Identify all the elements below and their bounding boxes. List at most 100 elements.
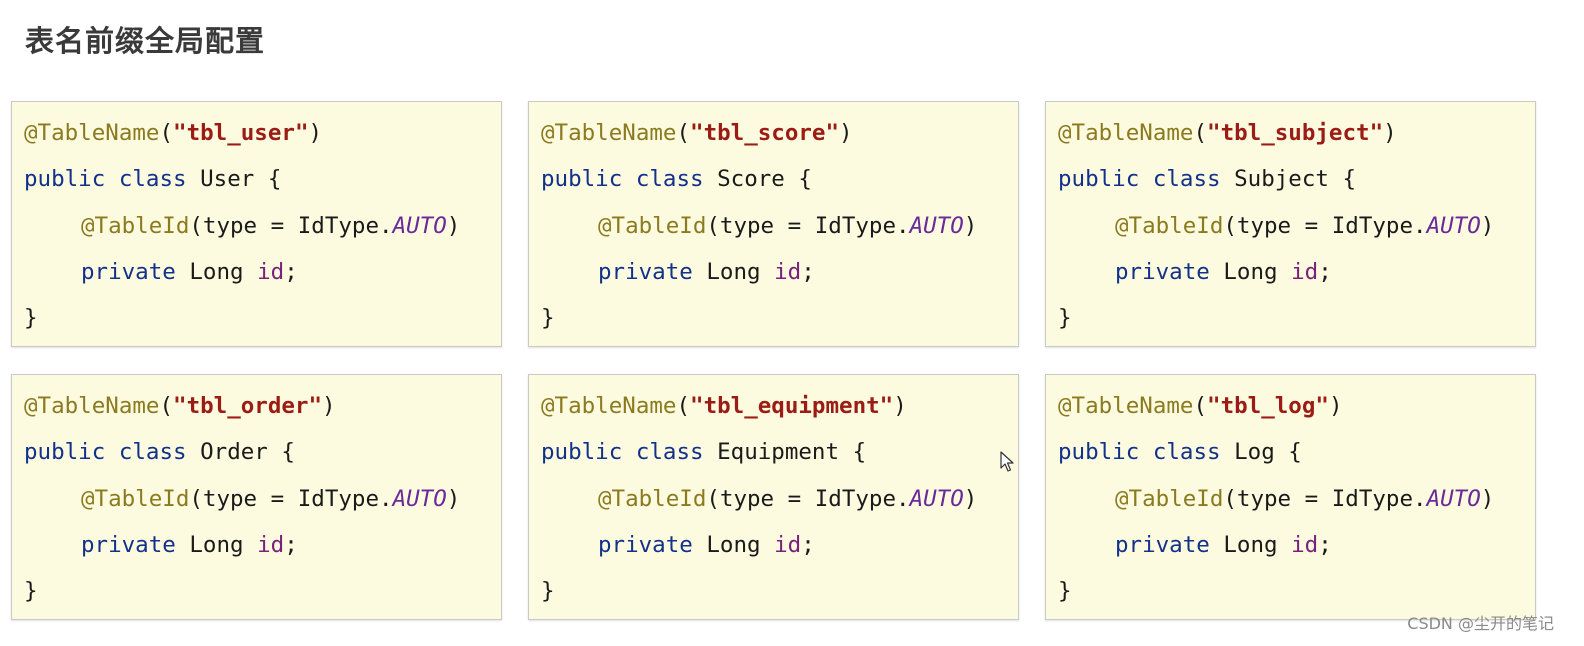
code-card: @TableName("tbl_order")public class Orde… bbox=[11, 374, 502, 620]
string-quote: " bbox=[308, 393, 323, 419]
brace-close: } bbox=[541, 578, 555, 604]
tableid-args: (type = IdType. bbox=[706, 213, 910, 239]
idtype-auto: AUTO bbox=[1426, 213, 1481, 239]
annotation-tablename: @TableName bbox=[541, 120, 677, 146]
keyword-public-class: public class bbox=[24, 439, 187, 465]
code-line-close: } bbox=[1058, 576, 1072, 606]
annotation-tablename: @TableName bbox=[24, 393, 160, 419]
paren: ) bbox=[446, 486, 461, 512]
field-id: id bbox=[1291, 532, 1319, 558]
slide: 表名前缀全局配置 @TableName("tbl_user") public cl… bbox=[0, 0, 1584, 646]
code-line-close: } bbox=[541, 303, 555, 333]
type-long: Long bbox=[1209, 532, 1292, 558]
field-id: id bbox=[257, 532, 285, 558]
code-line-close: } bbox=[1058, 303, 1072, 333]
paren: ( bbox=[676, 120, 691, 146]
string-quote: " bbox=[1369, 120, 1384, 146]
semicolon: ; bbox=[1318, 532, 1332, 558]
annotation-tableid: @TableId bbox=[81, 486, 190, 512]
idtype-auto: AUTO bbox=[392, 213, 447, 239]
annotation-tableid: @TableId bbox=[1115, 213, 1224, 239]
code-line-field: private Long id; bbox=[81, 530, 298, 560]
code-line-tableid: @TableId(type = IdType.AUTO) bbox=[81, 211, 460, 241]
tableid-args: (type = IdType. bbox=[189, 213, 393, 239]
watermark: CSDN @尘开的笔记 bbox=[1407, 614, 1554, 633]
paren: ) bbox=[963, 213, 978, 239]
class-name: Order bbox=[200, 439, 268, 465]
brace-close: } bbox=[1058, 305, 1072, 331]
string-quote: " bbox=[825, 120, 840, 146]
keyword-private: private bbox=[598, 259, 693, 285]
keyword-public-class: public class bbox=[541, 439, 704, 465]
field-id: id bbox=[1291, 259, 1319, 285]
idtype-auto: AUTO bbox=[1426, 486, 1481, 512]
mouse-pointer-icon bbox=[1000, 451, 1014, 472]
keyword-private: private bbox=[1115, 259, 1210, 285]
code-line-annotation: @TableName("tbl_score") bbox=[541, 118, 853, 148]
code-line-class: public class Order { bbox=[24, 437, 295, 467]
annotation-tablename: @TableName bbox=[24, 120, 160, 146]
paren: ) bbox=[963, 486, 978, 512]
keyword-private: private bbox=[1115, 532, 1210, 558]
annotation-tableid: @TableId bbox=[1115, 486, 1224, 512]
paren: ) bbox=[1383, 120, 1397, 146]
keyword-public-class: public class bbox=[1058, 439, 1221, 465]
keyword-private: private bbox=[81, 532, 176, 558]
code-line-tableid: @TableId(type = IdType.AUTO) bbox=[81, 484, 460, 514]
string-quote: " bbox=[879, 393, 894, 419]
brace-close: } bbox=[1058, 578, 1072, 604]
type-long: Long bbox=[692, 259, 775, 285]
type-long: Long bbox=[175, 532, 258, 558]
class-name: Subject bbox=[1234, 166, 1329, 192]
code-line-class: public class Subject { bbox=[1058, 164, 1356, 194]
slide-title: 表名前缀全局配置 bbox=[25, 24, 266, 58]
paren: ) bbox=[839, 120, 853, 146]
code-line-field: private Long id; bbox=[598, 257, 815, 287]
paren: ) bbox=[893, 393, 907, 419]
keyword-private: private bbox=[81, 259, 176, 285]
keyword-private: private bbox=[598, 532, 693, 558]
idtype-auto: AUTO bbox=[392, 486, 447, 512]
table-name: tbl_equipment bbox=[703, 393, 880, 419]
class-name: Log bbox=[1234, 439, 1275, 465]
code-card: @TableName("tbl_subject") public class Su… bbox=[1045, 101, 1536, 347]
string-quote: " bbox=[173, 393, 187, 419]
tableid-args: (type = IdType. bbox=[1223, 486, 1427, 512]
table-name: tbl_log bbox=[1220, 393, 1316, 419]
paren: ( bbox=[676, 393, 691, 419]
tableid-args: (type = IdType. bbox=[1223, 213, 1427, 239]
code-line-tableid: @TableId(type = IdType.AUTO) bbox=[1115, 484, 1494, 514]
type-long: Long bbox=[175, 259, 258, 285]
code-line-field: private Long id; bbox=[598, 530, 815, 560]
class-name: Score bbox=[717, 166, 785, 192]
code-card: @TableName("tbl_score") public class Scor… bbox=[528, 101, 1019, 347]
code-card: @TableName("tbl_equipment") public class … bbox=[528, 374, 1019, 620]
semicolon: ; bbox=[284, 259, 298, 285]
brace-close: } bbox=[24, 305, 38, 331]
paren: ) bbox=[1480, 213, 1495, 239]
paren: ( bbox=[1193, 393, 1208, 419]
idtype-auto: AUTO bbox=[909, 486, 964, 512]
paren: ) bbox=[446, 213, 461, 239]
brace-open: { bbox=[1328, 166, 1357, 192]
string-quote: " bbox=[690, 393, 704, 419]
code-line-class: public class Log { bbox=[1058, 437, 1302, 467]
code-line-annotation: @TableName("tbl_order") bbox=[24, 391, 336, 421]
table-name: tbl_subject bbox=[1220, 120, 1370, 146]
brace-open: { bbox=[839, 439, 867, 465]
brace-open: { bbox=[1274, 439, 1302, 465]
code-line-class: public class Score { bbox=[541, 164, 812, 194]
code-line-annotation: @TableName("tbl_equipment") bbox=[541, 391, 907, 421]
code-line-tableid: @TableId(type = IdType.AUTO) bbox=[598, 211, 977, 241]
string-quote: " bbox=[173, 120, 187, 146]
field-id: id bbox=[257, 259, 285, 285]
annotation-tablename: @TableName bbox=[541, 393, 677, 419]
table-name: tbl_order bbox=[186, 393, 309, 419]
paren: ) bbox=[308, 120, 323, 146]
type-long: Long bbox=[692, 532, 775, 558]
